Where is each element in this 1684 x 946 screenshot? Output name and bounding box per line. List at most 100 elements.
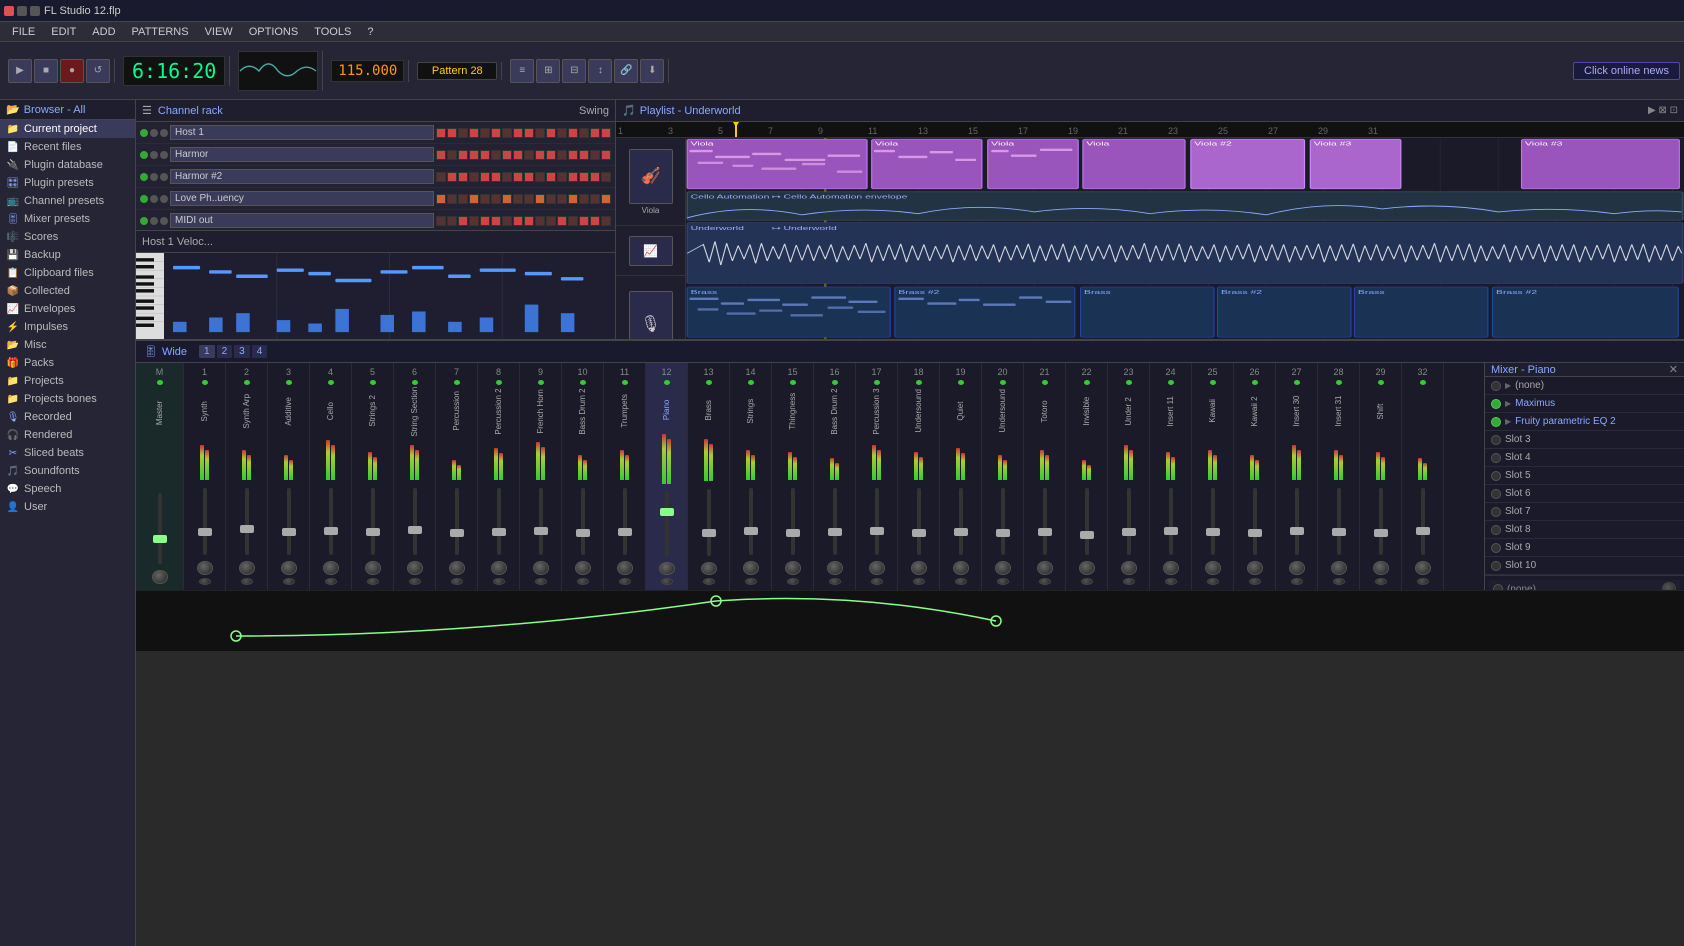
insert-power-5[interactable] bbox=[1491, 471, 1501, 481]
fader-knob-12[interactable] bbox=[660, 508, 674, 516]
pan-knob-15[interactable] bbox=[787, 578, 799, 585]
sidebar-item-misc[interactable]: 📂 Misc bbox=[0, 336, 135, 354]
insert-power-maximus[interactable] bbox=[1491, 399, 1501, 409]
insert-slot-none[interactable]: ▶ (none) bbox=[1485, 377, 1684, 395]
pad[interactable] bbox=[502, 194, 512, 204]
pad[interactable] bbox=[535, 216, 545, 226]
pan-knob-8[interactable] bbox=[493, 578, 505, 585]
pad[interactable] bbox=[469, 172, 479, 182]
sidebar-item-plugin-presets[interactable]: 🎛 Plugin presets bbox=[0, 174, 135, 192]
fader-knob-13[interactable] bbox=[702, 529, 716, 537]
vol-knob-18[interactable] bbox=[911, 561, 927, 575]
channel-led-3[interactable] bbox=[160, 195, 168, 203]
tool-btn-5[interactable]: 🔗 bbox=[614, 59, 638, 83]
channel-row[interactable]: Host 1 bbox=[136, 122, 615, 144]
pad[interactable] bbox=[524, 194, 534, 204]
sidebar-item-impulses[interactable]: ⚡ Impulses bbox=[0, 318, 135, 336]
channel-led-2[interactable] bbox=[150, 151, 158, 159]
insert-slot-eq[interactable]: ▶ Fruity parametric EQ 2 bbox=[1485, 413, 1684, 431]
pad[interactable] bbox=[458, 194, 468, 204]
insert-slot-6[interactable]: Slot 6 bbox=[1485, 485, 1684, 503]
vol-knob-19[interactable] bbox=[953, 561, 969, 575]
pan-knob-9[interactable] bbox=[535, 578, 547, 585]
pad[interactable] bbox=[447, 150, 457, 160]
vol-knob-6[interactable] bbox=[407, 561, 423, 575]
fader-knob-27[interactable] bbox=[1290, 527, 1304, 535]
pad[interactable] bbox=[436, 128, 446, 138]
pad[interactable] bbox=[436, 172, 446, 182]
mixer-tab-2[interactable]: 2 bbox=[217, 345, 233, 358]
sidebar-item-channel-presets[interactable]: 📺 Channel presets bbox=[0, 192, 135, 210]
vol-knob-14[interactable] bbox=[743, 561, 759, 575]
fader-knob-4[interactable] bbox=[324, 527, 338, 535]
fader-knob-5[interactable] bbox=[366, 528, 380, 536]
pan-knob-32[interactable] bbox=[1417, 578, 1429, 585]
fader-knob-23[interactable] bbox=[1122, 528, 1136, 536]
fader-knob-26[interactable] bbox=[1248, 529, 1262, 537]
pan-knob-10[interactable] bbox=[577, 578, 589, 585]
pad[interactable] bbox=[601, 172, 611, 182]
vol-knob-29[interactable] bbox=[1373, 561, 1389, 575]
vol-knob-15[interactable] bbox=[785, 561, 801, 575]
sidebar-item-speech[interactable]: 💬 Speech bbox=[0, 480, 135, 498]
pad[interactable] bbox=[502, 150, 512, 160]
pad[interactable] bbox=[579, 150, 589, 160]
pad[interactable] bbox=[535, 128, 545, 138]
channel-row[interactable]: Love Ph..uency bbox=[136, 188, 615, 210]
sidebar-item-projects[interactable]: 📁 Projects bbox=[0, 372, 135, 390]
vol-knob-16[interactable] bbox=[827, 561, 843, 575]
fader-knob-8[interactable] bbox=[492, 528, 506, 536]
channel-name[interactable]: MIDI out bbox=[170, 213, 434, 228]
channel-name[interactable]: Harmor bbox=[170, 147, 434, 162]
pad[interactable] bbox=[447, 194, 457, 204]
pad[interactable] bbox=[579, 128, 589, 138]
pan-knob-5[interactable] bbox=[367, 578, 379, 585]
menu-patterns[interactable]: PATTERNS bbox=[124, 22, 197, 41]
pad[interactable] bbox=[458, 150, 468, 160]
pad[interactable] bbox=[480, 172, 490, 182]
vol-knob-3[interactable] bbox=[281, 561, 297, 575]
mixer-tab-4[interactable]: 4 bbox=[252, 345, 268, 358]
channel-led[interactable] bbox=[140, 173, 148, 181]
pad[interactable] bbox=[458, 172, 468, 182]
insert-power-9[interactable] bbox=[1491, 543, 1501, 553]
vol-knob-8[interactable] bbox=[491, 561, 507, 575]
insert-power-4[interactable] bbox=[1491, 453, 1501, 463]
channel-name[interactable]: Love Ph..uency bbox=[170, 191, 434, 206]
sidebar-item-mixer-presets[interactable]: 🎚 Mixer presets bbox=[0, 210, 135, 228]
pad[interactable] bbox=[458, 216, 468, 226]
pad[interactable] bbox=[579, 216, 589, 226]
pad[interactable] bbox=[469, 216, 479, 226]
menu-file[interactable]: FILE bbox=[4, 22, 43, 41]
vol-knob-12[interactable] bbox=[659, 562, 675, 575]
vol-knob-25[interactable] bbox=[1205, 561, 1221, 575]
vol-knob-27[interactable] bbox=[1289, 561, 1305, 575]
vol-knob-11[interactable] bbox=[617, 561, 633, 575]
fader-knob-20[interactable] bbox=[996, 529, 1010, 537]
sidebar-item-packs[interactable]: 🎁 Packs bbox=[0, 354, 135, 372]
news-button[interactable]: Click online news bbox=[1573, 62, 1680, 80]
vol-knob-28[interactable] bbox=[1331, 561, 1347, 575]
pan-knob-20[interactable] bbox=[997, 578, 1009, 585]
sidebar-item-projects-bones[interactable]: 📁 Projects bones bbox=[0, 390, 135, 408]
sidebar-item-envelopes[interactable]: 📈 Envelopes bbox=[0, 300, 135, 318]
pan-knob-1[interactable] bbox=[199, 578, 211, 585]
pan-knob-13[interactable] bbox=[703, 578, 715, 585]
pad[interactable] bbox=[601, 128, 611, 138]
vol-knob-22[interactable] bbox=[1079, 561, 1095, 575]
sidebar-item-rendered[interactable]: 🎧 Rendered bbox=[0, 426, 135, 444]
fader-knob-3[interactable] bbox=[282, 528, 296, 536]
vol-knob-13[interactable] bbox=[701, 562, 717, 576]
pan-knob-21[interactable] bbox=[1039, 578, 1051, 585]
piano-roll-content[interactable] bbox=[136, 253, 615, 339]
pad[interactable] bbox=[601, 194, 611, 204]
pan-knob-7[interactable] bbox=[451, 578, 463, 585]
minimize-btn[interactable] bbox=[17, 6, 27, 16]
vol-knob-32[interactable] bbox=[1415, 561, 1431, 575]
channel-row[interactable]: MIDI out bbox=[136, 210, 615, 230]
menu-edit[interactable]: EDIT bbox=[43, 22, 84, 41]
channel-led-3[interactable] bbox=[160, 151, 168, 159]
pan-knob-26[interactable] bbox=[1249, 578, 1261, 585]
pad[interactable] bbox=[480, 216, 490, 226]
sidebar-item-clipboard[interactable]: 📋 Clipboard files bbox=[0, 264, 135, 282]
